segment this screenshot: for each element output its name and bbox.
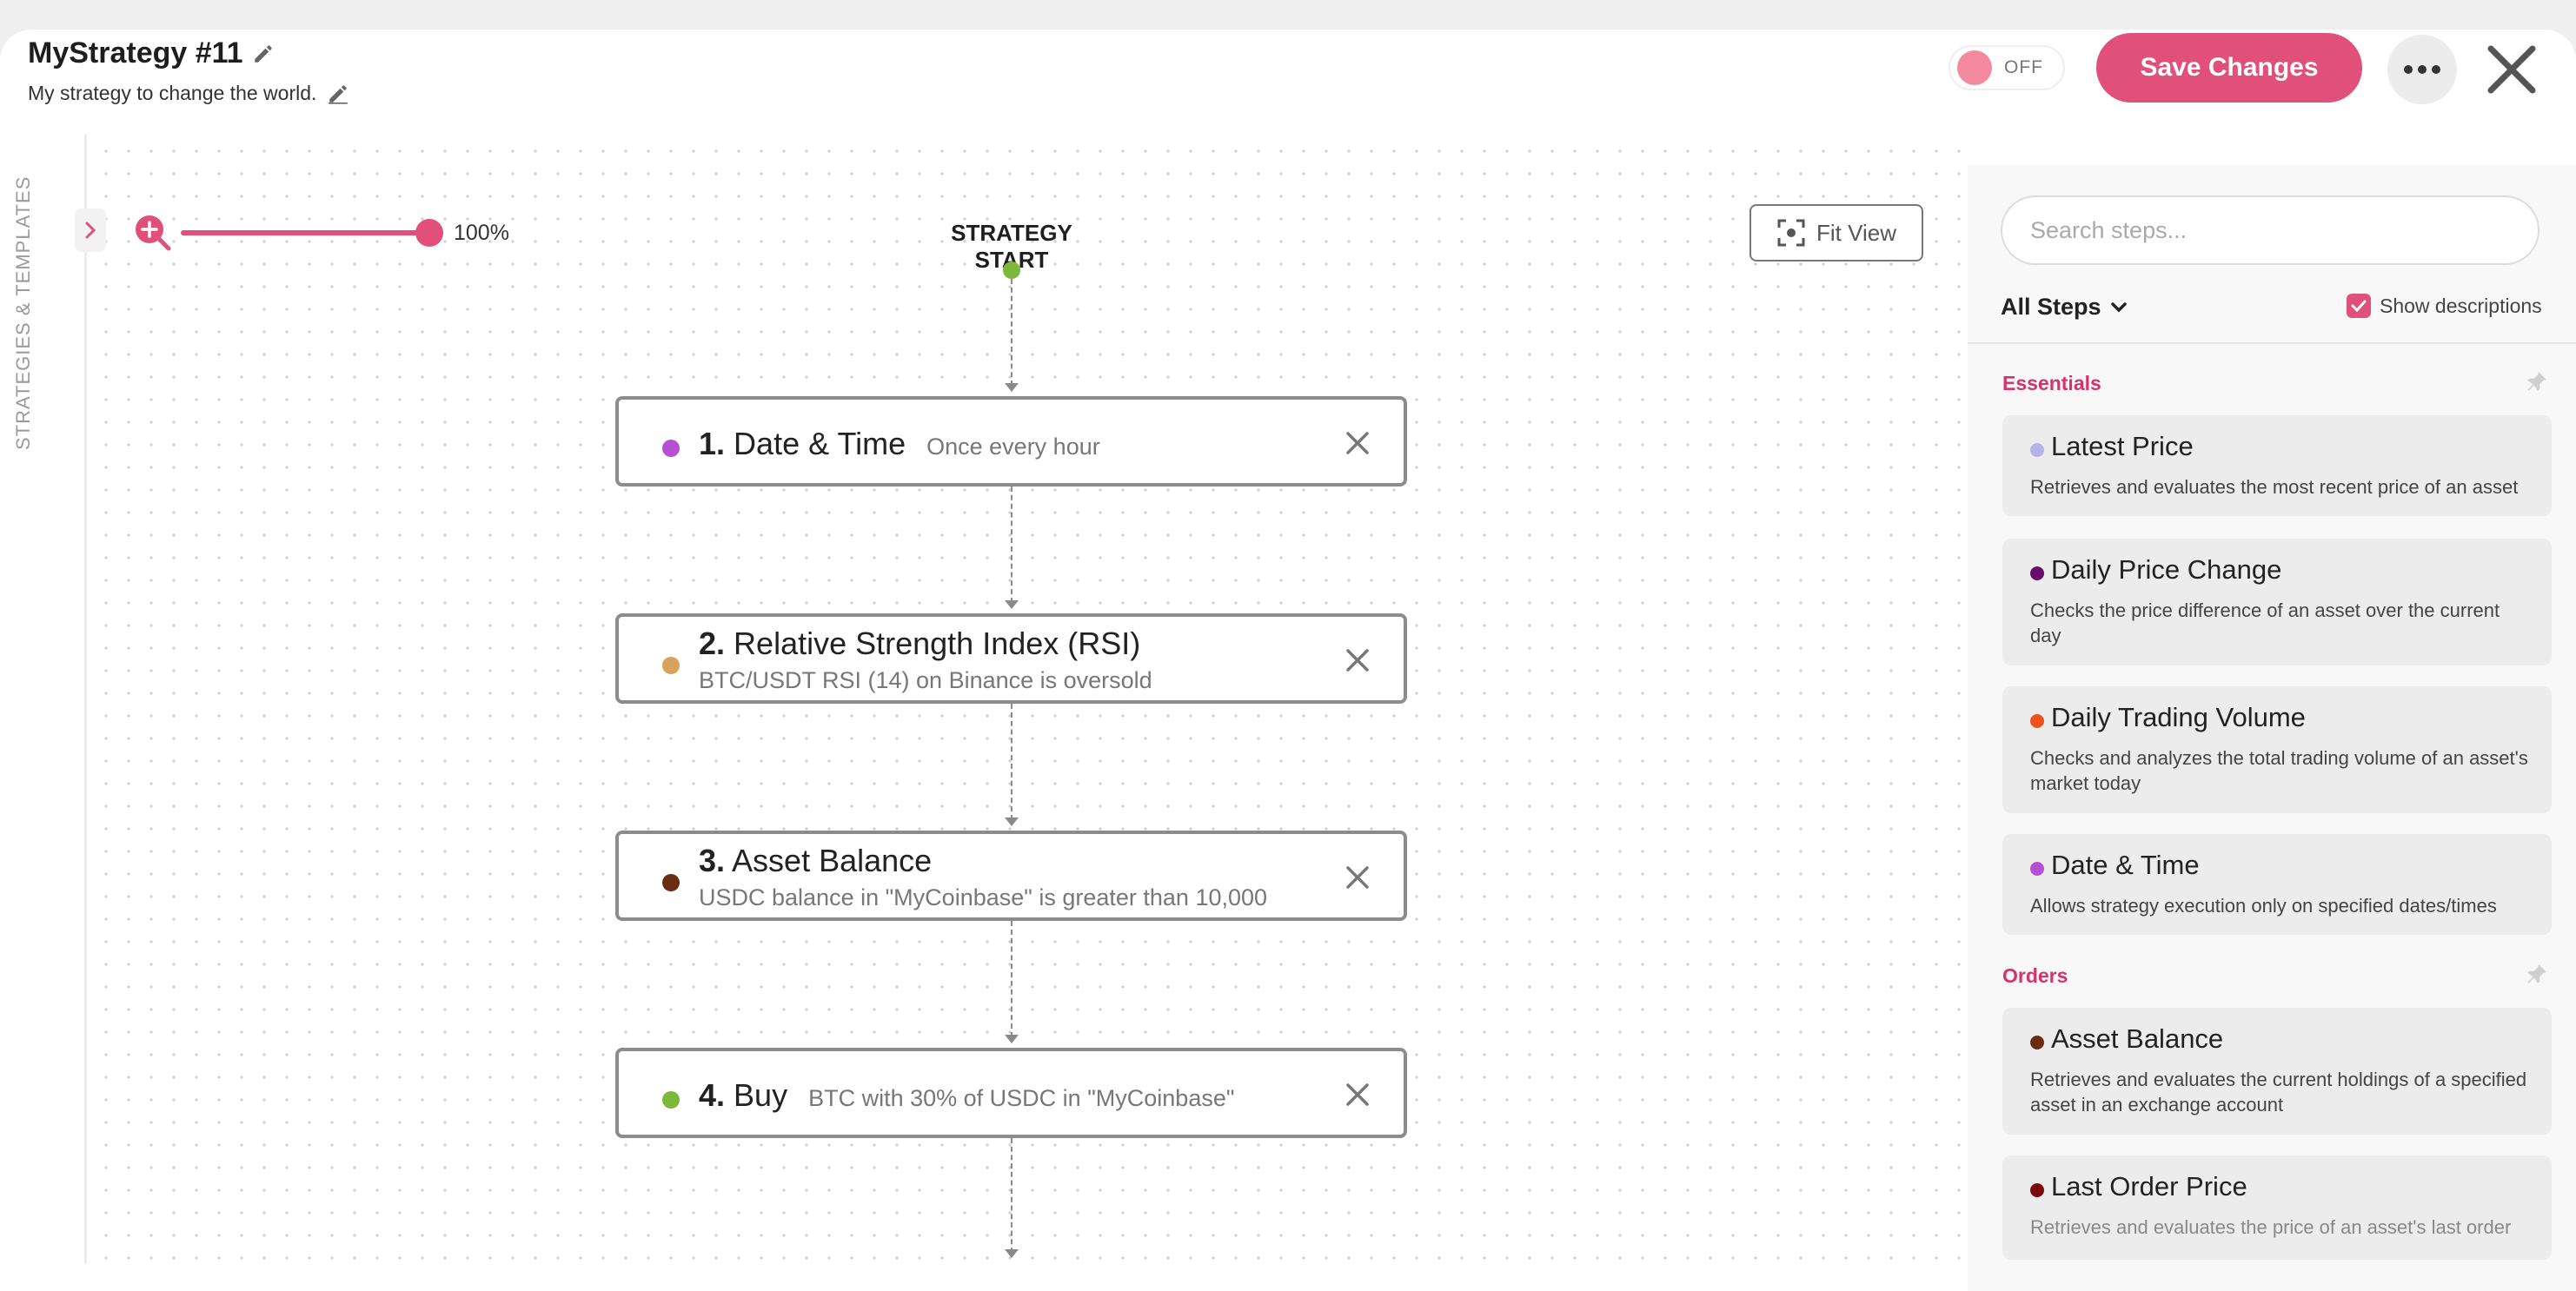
connector-arrow-icon [1005, 1249, 1019, 1258]
strategy-title[interactable]: MyStrategy #11 [28, 36, 275, 70]
card-title: Asset Balance [2051, 1023, 2224, 1054]
step-node-2[interactable]: 2. Relative Strength Index (RSI) BTC/USD… [615, 613, 1407, 704]
edit-subtitle-pencil-icon[interactable] [327, 83, 349, 105]
card-title: Daily Trading Volume [2051, 702, 2306, 732]
section-title-orders: Orders [2002, 964, 2068, 987]
more-dots-icon [2432, 65, 2440, 74]
expand-sidebar-chevron-icon[interactable] [75, 209, 106, 252]
show-descriptions-label: Show descriptions [2380, 294, 2542, 317]
checkbox-checked-icon[interactable] [2347, 294, 2371, 318]
panel-divider [1968, 342, 2576, 344]
step-card-daily-trading-volume[interactable]: Daily Trading Volume Checks and analyzes… [2002, 686, 2552, 813]
connector-line [1011, 1138, 1012, 1253]
fit-view-label: Fit View [1816, 219, 1896, 246]
step-color-dot [2030, 1183, 2044, 1197]
strategies-templates-label[interactable]: STRATEGIES & TEMPLATES [12, 176, 35, 450]
step-description: USDC balance in "MyCoinbase" is greater … [699, 884, 1268, 910]
steps-filter-dropdown[interactable]: All Steps [2001, 294, 2128, 321]
step-number: 1. [699, 426, 726, 461]
card-title: Daily Price Change [2051, 554, 2282, 585]
connector-arrow-icon [1005, 1035, 1019, 1043]
remove-step-close-icon[interactable] [1345, 865, 1370, 894]
show-descriptions-checkbox[interactable]: Show descriptions [2347, 294, 2542, 318]
step-description: BTC with 30% of USDC in "MyCoinbase" [808, 1085, 1235, 1111]
card-description: Retrieves and evaluates the price of an … [2030, 1216, 2512, 1238]
step-color-dot [662, 874, 680, 891]
step-color-dot [2030, 862, 2044, 876]
fit-view-icon [1777, 219, 1805, 247]
more-dots-icon [2418, 65, 2427, 74]
filter-label: All Steps [2001, 294, 2101, 320]
step-number: 2. [699, 626, 726, 661]
connector-arrow-icon [1005, 383, 1019, 392]
strategy-subtitle[interactable]: My strategy to change the world. [28, 82, 349, 105]
step-number: 3. [699, 843, 726, 878]
strategy-start-node[interactable] [1003, 262, 1020, 279]
card-description: Retrieves and evaluates the most recent … [2030, 476, 2519, 498]
more-options-button[interactable] [2387, 35, 2457, 104]
step-description: BTC/USDT RSI (14) on Binance is oversold [699, 667, 1152, 693]
zoom-percentage: 100% [454, 221, 509, 245]
remove-step-close-icon[interactable] [1345, 648, 1370, 677]
connector-line [1011, 704, 1012, 820]
step-color-dot [2030, 443, 2044, 457]
save-changes-button[interactable]: Save Changes [2096, 33, 2362, 103]
chevron-down-icon [2110, 301, 2127, 312]
zoom-slider-track[interactable] [181, 230, 431, 235]
card-description: Allows strategy execution only on specif… [2030, 895, 2497, 917]
remove-step-close-icon[interactable] [1345, 431, 1370, 460]
section-title-essentials: Essentials [2002, 372, 2101, 394]
step-node-1[interactable]: 1. Date & Time Once every hour [615, 396, 1407, 487]
strategy-subtitle-text: My strategy to change the world. [28, 82, 317, 104]
step-node-4[interactable]: 4. Buy BTC with 30% of USDC in "MyCoinba… [615, 1048, 1407, 1138]
remove-step-close-icon[interactable] [1345, 1082, 1370, 1111]
search-steps-input[interactable] [2001, 195, 2539, 265]
step-color-dot [662, 440, 680, 457]
connector-arrow-icon [1005, 818, 1019, 826]
step-card-asset-balance[interactable]: Asset Balance Retrieves and evaluates th… [2002, 1008, 2552, 1135]
connector-line [1011, 487, 1012, 603]
toggle-label: OFF [2004, 57, 2043, 77]
card-description: Checks and analyzes the total trading vo… [2030, 747, 2528, 794]
edit-title-pencil-icon[interactable] [252, 43, 275, 65]
card-description: Checks the price difference of an asset … [2030, 599, 2500, 646]
strategy-title-text: MyStrategy #11 [28, 36, 243, 70]
fit-view-button[interactable]: Fit View [1749, 204, 1923, 262]
step-color-dot [2030, 1036, 2044, 1049]
step-node-3[interactable]: 3. Asset Balance USDC balance in "MyCoin… [615, 831, 1407, 921]
step-card-latest-price[interactable]: Latest Price Retrieves and evaluates the… [2002, 415, 2552, 516]
step-number: 4. [699, 1077, 726, 1113]
step-name: Buy [734, 1077, 788, 1113]
step-name: Asset Balance [732, 843, 933, 878]
step-color-dot [662, 1091, 680, 1109]
step-color-dot [2030, 714, 2044, 728]
pin-icon[interactable] [2526, 370, 2548, 397]
card-title: Last Order Price [2051, 1171, 2247, 1202]
step-card-last-order-price[interactable]: Last Order Price Retrieves and evaluates… [2002, 1155, 2552, 1260]
card-title: Date & Time [2051, 850, 2200, 880]
pin-icon[interactable] [2526, 963, 2548, 990]
zoom-in-icon[interactable] [134, 214, 172, 256]
connector-line [1011, 279, 1012, 386]
card-description: Retrieves and evaluates the current hold… [2030, 1069, 2527, 1116]
zoom-slider-handle[interactable] [415, 219, 443, 247]
step-name: Relative Strength Index (RSI) [734, 626, 1141, 661]
step-card-daily-price-change[interactable]: Daily Price Change Checks the price diff… [2002, 539, 2552, 665]
card-title: Latest Price [2051, 431, 2194, 461]
step-color-dot [2030, 566, 2044, 580]
toggle-knob [1957, 50, 1992, 85]
step-color-dot [662, 657, 680, 674]
connector-arrow-icon [1005, 600, 1019, 609]
more-dots-icon [2404, 65, 2413, 74]
close-icon[interactable] [2482, 40, 2541, 99]
connector-line [1011, 921, 1012, 1037]
step-description: Once every hour [926, 434, 1100, 460]
strategy-active-toggle[interactable]: OFF [1949, 45, 2065, 90]
step-name: Date & Time [734, 426, 906, 461]
step-card-date-time[interactable]: Date & Time Allows strategy execution on… [2002, 834, 2552, 935]
